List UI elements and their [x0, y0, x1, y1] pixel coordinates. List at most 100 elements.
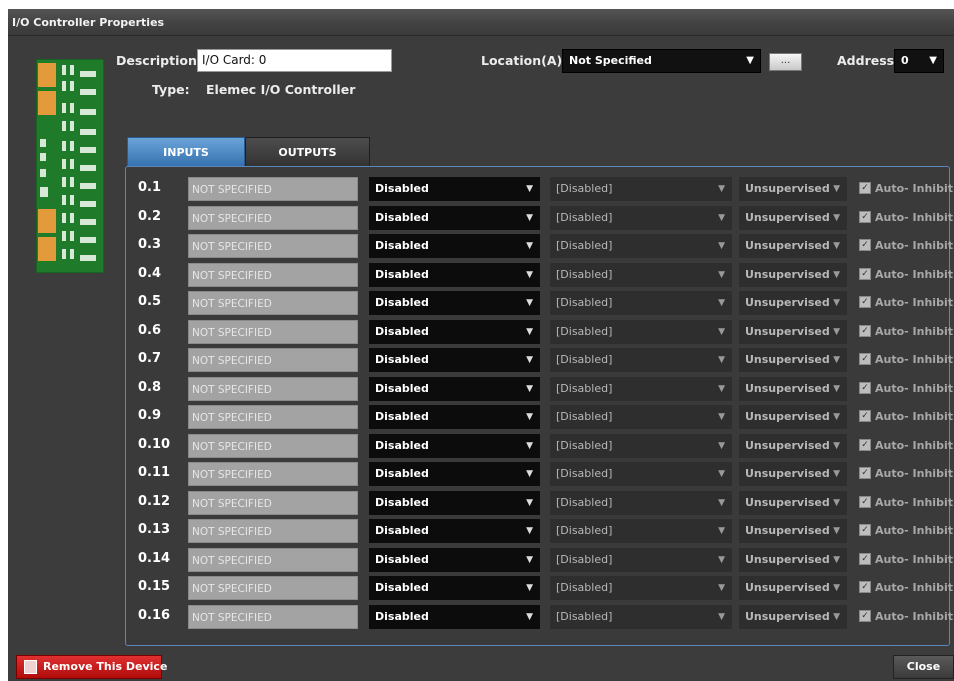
- input-mode-select[interactable]: Disabled ▼: [369, 519, 540, 543]
- input-number: 0.15: [138, 579, 171, 594]
- chevron-down-icon: ▼: [526, 526, 533, 536]
- auto-inhibit-checkbox[interactable]: ✓: [859, 495, 871, 508]
- location-select[interactable]: Not Specified ▼: [562, 49, 761, 73]
- input-name-field[interactable]: NOT SPECIFIED: [188, 604, 358, 629]
- auto-inhibit-checkbox[interactable]: ✓: [859, 609, 871, 622]
- input-supervision-select[interactable]: Unsupervised ▼: [739, 348, 847, 372]
- input-mode-select[interactable]: Disabled ▼: [369, 234, 540, 258]
- input-function-select[interactable]: [Disabled] ▼: [550, 547, 732, 572]
- input-mode-value: Disabled: [375, 182, 429, 195]
- input-name-field[interactable]: NOT SPECIFIED: [188, 519, 358, 543]
- input-function-select[interactable]: [Disabled] ▼: [550, 462, 732, 486]
- input-supervision-select[interactable]: Unsupervised ▼: [739, 490, 847, 515]
- chevron-down-icon: ▼: [718, 355, 725, 365]
- auto-inhibit-checkbox[interactable]: ✓: [859, 524, 871, 536]
- input-function-select[interactable]: [Disabled] ▼: [550, 519, 732, 543]
- input-mode-select[interactable]: Disabled ▼: [369, 205, 540, 230]
- input-function-select[interactable]: [Disabled] ▼: [550, 576, 732, 600]
- input-supervision-select[interactable]: Unsupervised ▼: [739, 576, 847, 600]
- input-supervision-select[interactable]: Unsupervised ▼: [739, 519, 847, 543]
- auto-inhibit-label: Auto- Inhibit: [875, 353, 953, 366]
- input-mode-select[interactable]: Disabled ▼: [369, 462, 540, 486]
- address-select[interactable]: 0 ▼: [894, 49, 944, 73]
- input-function-select[interactable]: [Disabled] ▼: [550, 604, 732, 629]
- input-mode-select[interactable]: Disabled ▼: [369, 490, 540, 515]
- location-browse-button[interactable]: ...: [769, 53, 802, 71]
- input-mode-select[interactable]: Disabled ▼: [369, 348, 540, 372]
- close-button[interactable]: Close: [893, 655, 954, 679]
- input-name-field[interactable]: NOT SPECIFIED: [188, 205, 358, 230]
- chevron-down-icon: ▼: [718, 326, 725, 337]
- auto-inhibit-checkbox[interactable]: ✓: [859, 239, 871, 251]
- input-mode-select[interactable]: Disabled ▼: [369, 547, 540, 572]
- input-supervision-select[interactable]: Unsupervised ▼: [739, 234, 847, 258]
- input-name-field[interactable]: NOT SPECIFIED: [188, 547, 358, 572]
- input-name-field[interactable]: NOT SPECIFIED: [188, 405, 358, 429]
- input-name-field[interactable]: NOT SPECIFIED: [188, 319, 358, 344]
- tab-outputs[interactable]: OUTPUTS: [245, 137, 370, 167]
- auto-inhibit-checkbox[interactable]: ✓: [859, 353, 871, 365]
- input-function-select[interactable]: [Disabled] ▼: [550, 433, 732, 458]
- input-name-field[interactable]: NOT SPECIFIED: [188, 234, 358, 258]
- chevron-down-icon: ▼: [718, 412, 725, 422]
- input-name-field[interactable]: NOT SPECIFIED: [188, 490, 358, 515]
- input-function-select[interactable]: [Disabled] ▼: [550, 319, 732, 344]
- input-supervision-select[interactable]: Unsupervised ▼: [739, 205, 847, 230]
- input-name-field[interactable]: NOT SPECIFIED: [188, 177, 358, 201]
- input-mode-select[interactable]: Disabled ▼: [369, 177, 540, 201]
- input-supervision-select[interactable]: Unsupervised ▼: [739, 319, 847, 344]
- input-name-field[interactable]: NOT SPECIFIED: [188, 262, 358, 287]
- chevron-down-icon: ▼: [833, 611, 840, 622]
- input-row: 0.4 NOT SPECIFIED Disabled ▼ [Disabled] ▼ Unsu…: [126, 262, 953, 289]
- input-function-select[interactable]: [Disabled] ▼: [550, 405, 732, 429]
- auto-inhibit-checkbox[interactable]: ✓: [859, 182, 871, 194]
- auto-inhibit-checkbox[interactable]: ✓: [859, 381, 871, 394]
- input-mode-select[interactable]: Disabled ▼: [369, 262, 540, 287]
- input-function-select[interactable]: [Disabled] ▼: [550, 262, 732, 287]
- auto-inhibit-checkbox[interactable]: ✓: [859, 552, 871, 565]
- input-function-select[interactable]: [Disabled] ▼: [550, 291, 732, 315]
- auto-inhibit-checkbox[interactable]: ✓: [859, 581, 871, 593]
- description-field[interactable]: I/O Card: 0: [197, 49, 392, 72]
- input-function-select[interactable]: [Disabled] ▼: [550, 234, 732, 258]
- input-name-field[interactable]: NOT SPECIFIED: [188, 462, 358, 486]
- input-supervision-select[interactable]: Unsupervised ▼: [739, 462, 847, 486]
- input-name-field[interactable]: NOT SPECIFIED: [188, 376, 358, 401]
- input-supervision-select[interactable]: Unsupervised ▼: [739, 433, 847, 458]
- chevron-down-icon: ▼: [746, 55, 754, 66]
- input-mode-select[interactable]: Disabled ▼: [369, 376, 540, 401]
- input-name-field[interactable]: NOT SPECIFIED: [188, 433, 358, 458]
- input-mode-select[interactable]: Disabled ▼: [369, 433, 540, 458]
- input-supervision-select[interactable]: Unsupervised ▼: [739, 262, 847, 287]
- input-function-select[interactable]: [Disabled] ▼: [550, 177, 732, 201]
- input-name-field[interactable]: NOT SPECIFIED: [188, 348, 358, 372]
- input-function-select[interactable]: [Disabled] ▼: [550, 376, 732, 401]
- input-mode-select[interactable]: Disabled ▼: [369, 604, 540, 629]
- auto-inhibit-checkbox[interactable]: ✓: [859, 410, 871, 422]
- input-supervision-select[interactable]: Unsupervised ▼: [739, 405, 847, 429]
- auto-inhibit-checkbox[interactable]: ✓: [859, 324, 871, 337]
- auto-inhibit-checkbox[interactable]: ✓: [859, 296, 871, 308]
- input-supervision-select[interactable]: Unsupervised ▼: [739, 177, 847, 201]
- input-mode-select[interactable]: Disabled ▼: [369, 319, 540, 344]
- input-name-field[interactable]: NOT SPECIFIED: [188, 576, 358, 600]
- input-function-select[interactable]: [Disabled] ▼: [550, 348, 732, 372]
- input-name-field[interactable]: NOT SPECIFIED: [188, 291, 358, 315]
- input-function-select[interactable]: [Disabled] ▼: [550, 490, 732, 515]
- auto-inhibit-checkbox[interactable]: ✓: [859, 438, 871, 451]
- input-mode-select[interactable]: Disabled ▼: [369, 291, 540, 315]
- auto-inhibit-checkbox[interactable]: ✓: [859, 210, 871, 223]
- input-supervision-select[interactable]: Unsupervised ▼: [739, 291, 847, 315]
- auto-inhibit-checkbox[interactable]: ✓: [859, 267, 871, 280]
- input-mode-value: Disabled: [375, 609, 429, 623]
- input-mode-select[interactable]: Disabled ▼: [369, 405, 540, 429]
- input-function-select[interactable]: [Disabled] ▼: [550, 205, 732, 230]
- tab-inputs[interactable]: INPUTS: [127, 137, 245, 167]
- chevron-down-icon: ▼: [526, 298, 533, 308]
- input-supervision-select[interactable]: Unsupervised ▼: [739, 547, 847, 572]
- input-supervision-select[interactable]: Unsupervised ▼: [739, 604, 847, 629]
- input-mode-select[interactable]: Disabled ▼: [369, 576, 540, 600]
- auto-inhibit-checkbox[interactable]: ✓: [859, 467, 871, 479]
- input-supervision-select[interactable]: Unsupervised ▼: [739, 376, 847, 401]
- remove-device-button[interactable]: Remove This Device: [16, 655, 167, 679]
